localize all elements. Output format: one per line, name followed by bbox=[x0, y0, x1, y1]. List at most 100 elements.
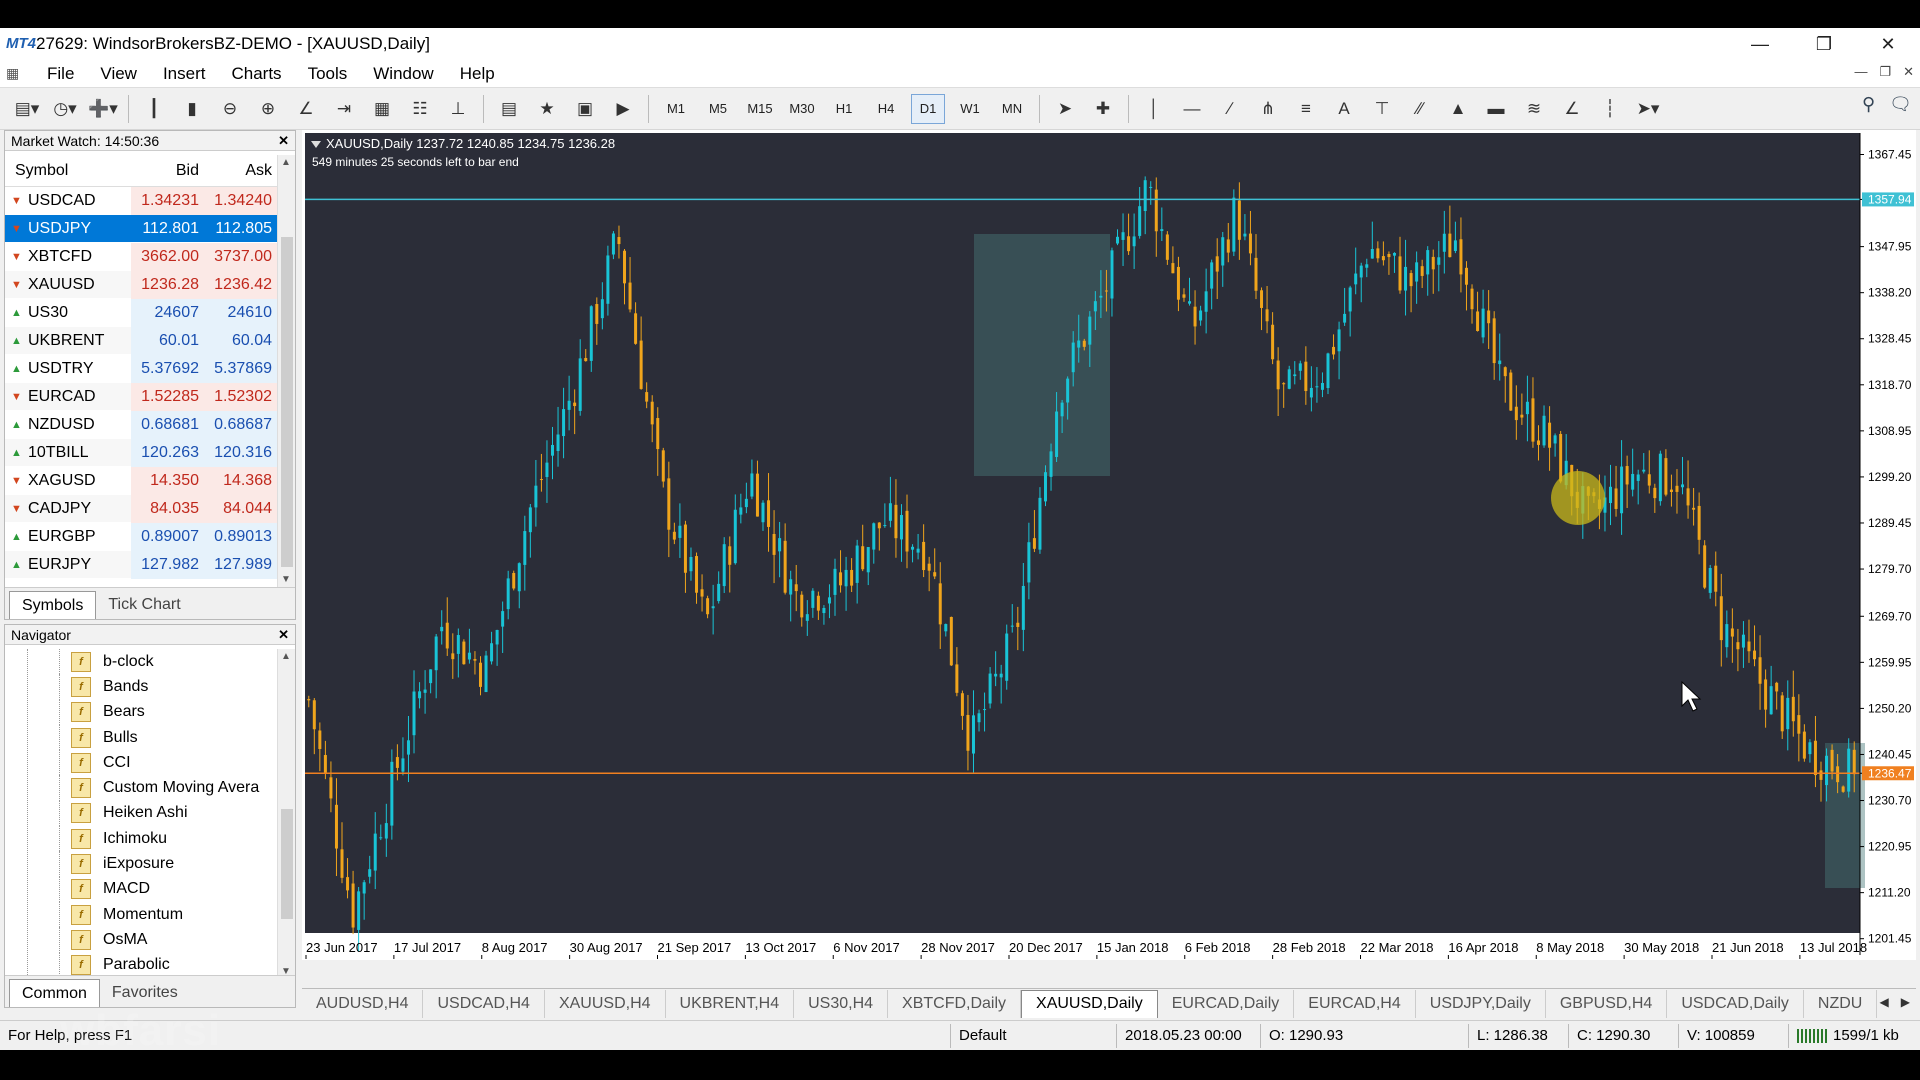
market-watch-scrollbar[interactable]: ▲ ▼ bbox=[277, 155, 295, 587]
menu-file[interactable]: File bbox=[34, 64, 87, 84]
chart-tab[interactable]: UKBRENT,H4 bbox=[666, 989, 795, 1018]
tab-symbols[interactable]: Symbols bbox=[9, 591, 97, 619]
table-row[interactable]: ▼ USDCAD 1.34231 1.34240 bbox=[5, 186, 277, 215]
navigator-item[interactable]: f Momentum bbox=[5, 901, 277, 928]
scrollbar-thumb[interactable] bbox=[281, 809, 293, 919]
table-row[interactable]: ▼ XAUUSD 1236.28 1236.42 bbox=[5, 270, 277, 299]
navigator-item[interactable]: f CCI bbox=[5, 750, 277, 776]
chart-tab[interactable]: USDCAD,H4 bbox=[423, 989, 545, 1018]
scroll-down-icon[interactable]: ▼ bbox=[281, 574, 291, 585]
period-m30[interactable]: M30 bbox=[785, 94, 819, 124]
chart-tab[interactable]: EURCAD,Daily bbox=[1158, 989, 1295, 1018]
menu-insert[interactable]: Insert bbox=[150, 64, 219, 84]
table-row[interactable]: ▼ USDJPY 112.801 112.805 bbox=[5, 215, 277, 243]
tile-windows-icon[interactable]: ▦ bbox=[367, 94, 397, 124]
close-icon[interactable]: ✕ bbox=[1856, 28, 1920, 60]
chart-tab[interactable]: XAUUSD,H4 bbox=[545, 989, 666, 1018]
new-chart-icon[interactable]: ▤▾ bbox=[12, 94, 42, 124]
navigator-icon[interactable]: ★ bbox=[532, 94, 562, 124]
cycle-lines-icon[interactable]: ┆ bbox=[1595, 94, 1625, 124]
trendline-icon[interactable]: ∕ bbox=[1215, 94, 1245, 124]
period-w1[interactable]: W1 bbox=[953, 94, 987, 124]
chat-icon[interactable]: 🗨 bbox=[1889, 94, 1912, 115]
mdi-restore-icon[interactable]: ❐ bbox=[1879, 64, 1891, 80]
navigator-item[interactable]: f MACD bbox=[5, 876, 277, 903]
zoom-out-icon[interactable]: ⊖ bbox=[215, 94, 245, 124]
line-chart-icon[interactable]: ∠ bbox=[291, 94, 321, 124]
scrollbar-thumb[interactable] bbox=[281, 237, 293, 567]
chart-tab[interactable]: GBPUSD,H4 bbox=[1546, 989, 1668, 1018]
menu-help[interactable]: Help bbox=[447, 64, 508, 84]
search-icon[interactable]: ⚲ bbox=[1862, 94, 1875, 115]
navigator-item[interactable]: f Ichimoku bbox=[5, 826, 277, 852]
arrows-icon[interactable]: ➤▾ bbox=[1633, 94, 1663, 124]
autoscroll-icon[interactable]: ⇥ bbox=[329, 94, 359, 124]
table-row[interactable]: ▼ CADJPY 84.035 84.044 bbox=[5, 494, 277, 523]
candlestick-icon[interactable]: ▮ bbox=[177, 94, 207, 124]
chart-tab[interactable]: EURCAD,H4 bbox=[1294, 989, 1416, 1018]
zoom-in-icon[interactable]: ⊕ bbox=[253, 94, 283, 124]
chart-window-icon[interactable]: ▦ bbox=[6, 65, 28, 82]
period-mn[interactable]: MN bbox=[995, 94, 1029, 124]
period-d1[interactable]: D1 bbox=[911, 93, 945, 124]
chart-shift-icon[interactable]: ⊥ bbox=[443, 94, 473, 124]
chart-tab[interactable]: NZDU bbox=[1804, 989, 1878, 1018]
table-row[interactable]: ▲ NZDUSD 0.68681 0.68687 bbox=[5, 410, 277, 439]
table-row[interactable]: ▲ UKBRENT 60.01 60.04 bbox=[5, 326, 277, 355]
table-row[interactable]: ▲ EURGBP 0.89007 0.89013 bbox=[5, 522, 277, 551]
fibo-expansion-icon[interactable]: ≋ bbox=[1519, 94, 1549, 124]
scroll-up-icon[interactable]: ▲ bbox=[281, 651, 291, 662]
gann-fan-icon[interactable]: ∠ bbox=[1557, 94, 1587, 124]
text-icon[interactable]: A bbox=[1329, 94, 1359, 124]
period-m15[interactable]: M15 bbox=[743, 94, 777, 124]
horizontal-line-icon[interactable]: — bbox=[1177, 94, 1207, 124]
navigator-item[interactable]: f Bulls bbox=[5, 724, 277, 751]
scroll-right-icon[interactable]: ▶ bbox=[1901, 995, 1910, 1009]
triangle-icon[interactable]: ▲ bbox=[1443, 94, 1473, 124]
text-label-icon[interactable]: ⊤ bbox=[1367, 94, 1397, 124]
column-symbol[interactable]: Symbol bbox=[5, 162, 131, 180]
scroll-left-icon[interactable]: ◀ bbox=[1880, 995, 1889, 1009]
chart-tab[interactable]: AUDUSD,H4 bbox=[302, 989, 424, 1018]
navigator-item[interactable]: f Heiken Ashi bbox=[5, 800, 277, 827]
indicators-icon[interactable]: ☷ bbox=[405, 94, 435, 124]
period-m1[interactable]: M1 bbox=[659, 94, 693, 124]
navigator-item[interactable]: f OsMA bbox=[5, 927, 277, 953]
period-h1[interactable]: H1 bbox=[827, 94, 861, 124]
table-row[interactable]: ▲ USDTRY 5.37692 5.37869 bbox=[5, 354, 277, 383]
navigator-item[interactable]: f Bands bbox=[5, 674, 277, 700]
table-row[interactable]: ▼ XAGUSD 14.350 14.368 bbox=[5, 466, 277, 495]
table-row[interactable]: ▼ EURCAD 1.52285 1.52302 bbox=[5, 382, 277, 411]
column-bid[interactable]: Bid bbox=[131, 157, 204, 185]
restore-icon[interactable]: ❐ bbox=[1792, 28, 1856, 60]
bar-chart-icon[interactable]: ┃ bbox=[139, 94, 169, 124]
mdi-minimize-icon[interactable]: — bbox=[1854, 64, 1867, 80]
table-row[interactable]: ▲ US30 24607 24610 bbox=[5, 298, 277, 327]
column-ask[interactable]: Ask bbox=[204, 157, 277, 185]
menu-tools[interactable]: Tools bbox=[295, 64, 361, 84]
rectangle-icon[interactable]: ▬ bbox=[1481, 94, 1511, 124]
cursor-icon[interactable]: ➤ bbox=[1050, 94, 1080, 124]
tab-favorites[interactable]: Favorites bbox=[100, 979, 190, 1007]
navigator-item[interactable]: f iExposure bbox=[5, 851, 277, 877]
menu-window[interactable]: Window bbox=[360, 64, 446, 84]
table-row[interactable]: ▲ 10TBILL 120.263 120.316 bbox=[5, 438, 277, 467]
period-m5[interactable]: M5 bbox=[701, 94, 735, 124]
menu-view[interactable]: View bbox=[87, 64, 150, 84]
menu-charts[interactable]: Charts bbox=[218, 64, 294, 84]
chart-tab[interactable]: XBTCFD,Daily bbox=[888, 989, 1022, 1018]
navigator-item[interactable]: f Bears bbox=[5, 699, 277, 726]
table-row[interactable]: ▲ EURJPY 127.982 127.989 bbox=[5, 550, 277, 579]
mdi-close-icon[interactable]: ✕ bbox=[1903, 64, 1914, 80]
vertical-line-icon[interactable]: │ bbox=[1139, 94, 1169, 124]
auto-trading-icon[interactable]: ▶ bbox=[608, 94, 638, 124]
navigator-item[interactable]: f b-clock bbox=[5, 649, 277, 675]
crosshair-icon[interactable]: ✚ bbox=[1088, 94, 1118, 124]
profiles-icon[interactable]: ◷▾ bbox=[50, 94, 80, 124]
scroll-up-icon[interactable]: ▲ bbox=[281, 157, 291, 168]
data-window-icon[interactable]: ▣ bbox=[570, 94, 600, 124]
chart-tab[interactable]: USDJPY,Daily bbox=[1416, 989, 1546, 1018]
price-chart[interactable]: 1367.45 1357.94 1347.95 1338.20 1328.45 1318.… bbox=[302, 130, 1916, 960]
chart-tab[interactable]: USDCAD,Daily bbox=[1667, 989, 1804, 1018]
tab-common[interactable]: Common bbox=[9, 979, 100, 1007]
